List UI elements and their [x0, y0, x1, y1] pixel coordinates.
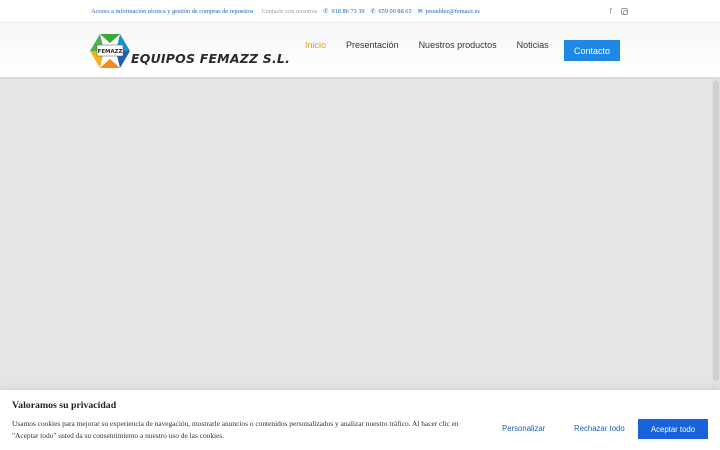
reject-all-button[interactable]: Rechazar todo: [574, 424, 625, 433]
cookie-banner: Valoramos su privacidad Usamos cookies p…: [0, 390, 720, 450]
nav-presentacion[interactable]: Presentación: [346, 40, 399, 50]
logo-badge-text: FEMAZZ: [98, 49, 123, 55]
phone-1-link[interactable]: ✆ 918 86 73 39: [323, 8, 364, 15]
nav-noticias[interactable]: Noticias: [517, 40, 549, 50]
email-link[interactable]: ✉ jesusfdez@femazz.es: [418, 8, 480, 15]
instagram-icon[interactable]: [621, 8, 628, 15]
nav-nuestros-productos[interactable]: Nuestros productos: [419, 40, 497, 50]
envelope-icon: ✉: [417, 9, 423, 15]
contact-button[interactable]: Contacto: [564, 40, 620, 61]
email-text: jesusfdez@femazz.es: [425, 8, 480, 15]
accept-all-button[interactable]: Aceptar todo: [638, 419, 708, 439]
logo-text: EQUIPOS FEMAZZ S.L.: [131, 51, 291, 66]
phone-icon: ✆: [370, 9, 376, 15]
site-logo[interactable]: FEMAZZ EQUIPOS FEMAZZ S.L.: [90, 33, 290, 71]
facebook-icon[interactable]: f: [609, 7, 612, 16]
top-bar: Acceso a información técnica y gestión d…: [0, 0, 720, 23]
technical-info-link[interactable]: Acceso a información técnica y gestión d…: [91, 8, 253, 15]
phone-1-text: 918 86 73 39: [331, 8, 365, 15]
main-nav: Inicio Presentación Nuestros productos N…: [305, 40, 620, 61]
scrollbar-thumb[interactable]: [713, 81, 719, 381]
site-header: FEMAZZ EQUIPOS FEMAZZ S.L. Inicio Presen…: [0, 23, 720, 78]
page-scrollbar[interactable]: [712, 79, 720, 390]
contact-label: Contacte con nosotros: [261, 8, 318, 15]
phone-2-link[interactable]: ✆ 659 00 88 65: [371, 8, 412, 15]
nav-inicio[interactable]: Inicio: [305, 40, 326, 50]
customize-button[interactable]: Personalizar: [502, 424, 545, 433]
phone-2-text: 659 00 88 65: [378, 8, 412, 15]
cookie-text: Usamos cookies para mejorar su experienc…: [12, 419, 459, 440]
phone-icon: ✆: [323, 9, 329, 15]
hero-area: [0, 79, 712, 390]
logo-mark-icon: FEMAZZ: [90, 34, 130, 68]
social-links: f: [609, 0, 628, 23]
cookie-title: Valoramos su privacidad: [12, 400, 117, 411]
